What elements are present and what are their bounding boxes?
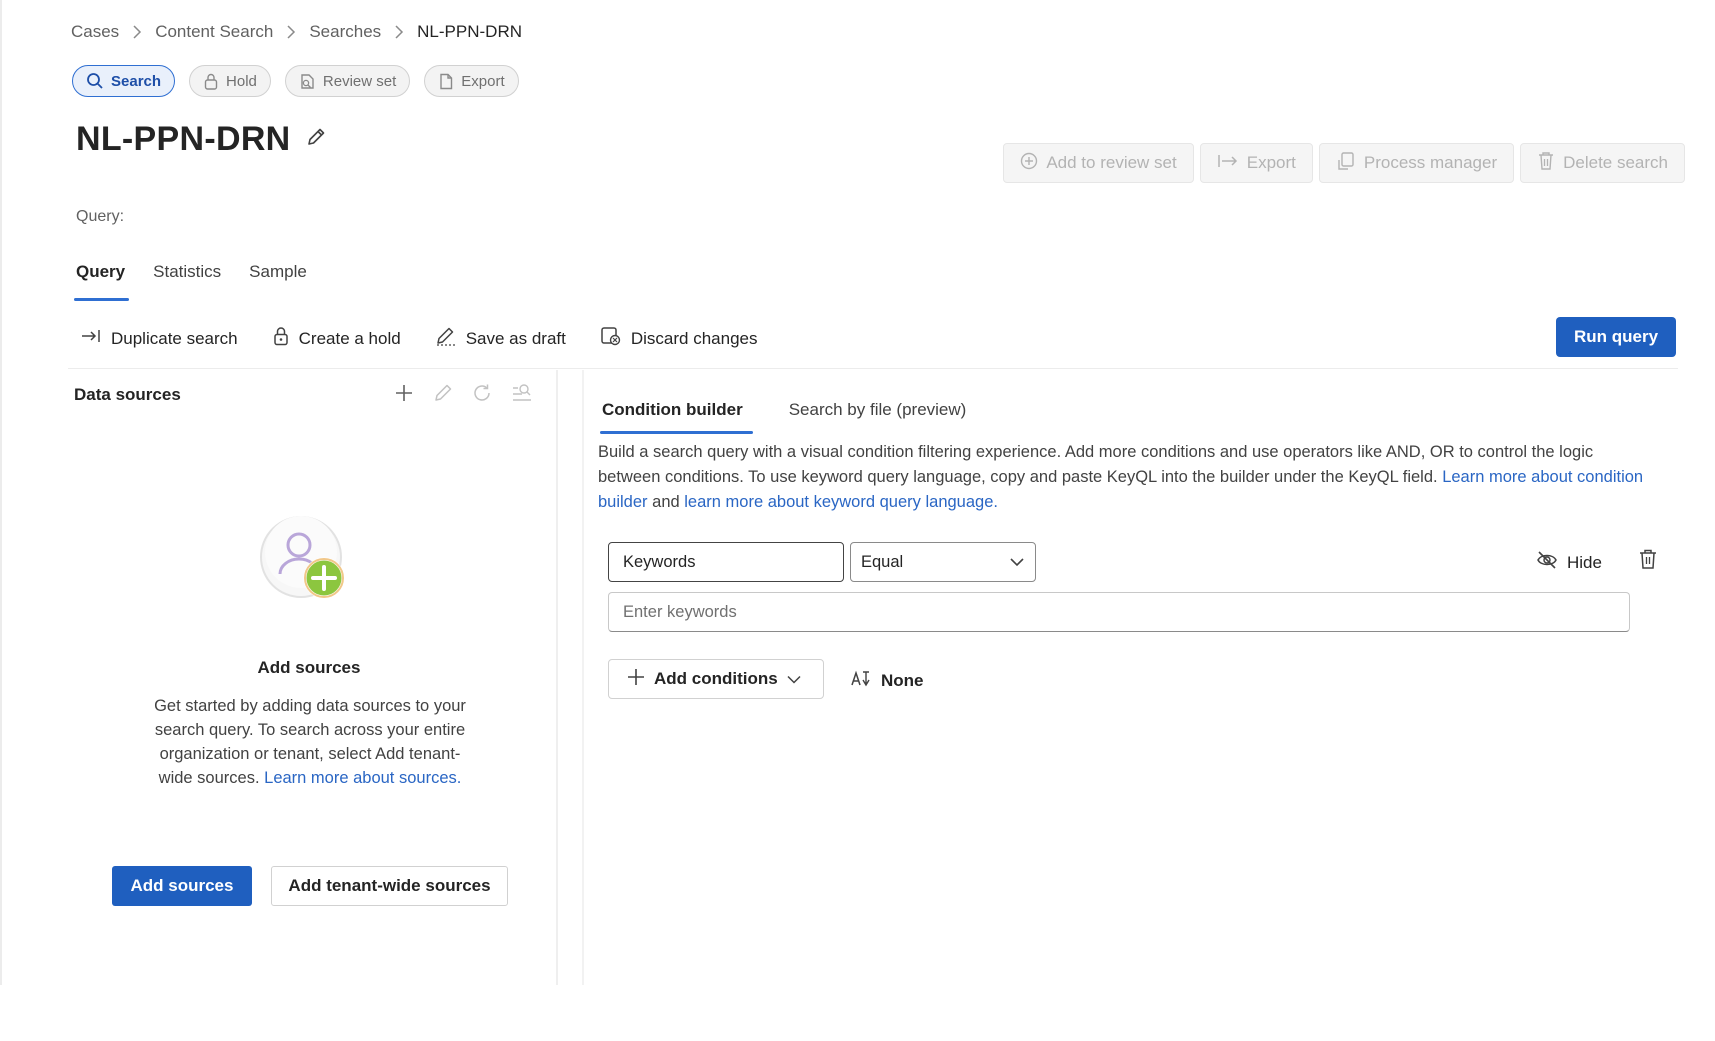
discard-changes-button[interactable]: Discard changes [600,326,758,351]
chevron-down-icon [787,669,801,689]
condition-builder-pane: Condition builder Search by file (previe… [582,370,1680,985]
workflow-pills: Search Hold Review set Export [72,65,519,97]
breadcrumb-content-search[interactable]: Content Search [155,22,273,42]
pill-hold[interactable]: Hold [189,65,271,97]
add-to-review-set-button[interactable]: Add to review set [1003,143,1194,183]
breadcrumb: Cases Content Search Searches NL-PPN-DRN [71,22,522,42]
divider [68,368,1678,369]
builder-description: Build a search query with a visual condi… [598,440,1658,515]
review-set-icon [299,73,316,90]
search-list-icon[interactable] [510,382,534,404]
breadcrumb-current: NL-PPN-DRN [417,22,522,41]
trash-icon [1537,151,1555,176]
add-circle-icon [1020,152,1038,175]
arrow-export-icon [1217,152,1239,175]
trash-icon[interactable] [1638,548,1658,570]
pill-search[interactable]: Search [72,65,176,97]
document-icon [438,73,454,90]
top-actions: Add to review set Export Process manager… [1003,143,1685,183]
add-sources-heading: Add sources [257,658,361,677]
run-query-button[interactable]: Run query [1556,317,1676,357]
button-label: Process manager [1363,153,1498,172]
edit-pencil-icon[interactable] [305,126,327,153]
delete-search-button[interactable]: Delete search [1520,143,1685,183]
tab-sample[interactable]: Sample [249,262,307,296]
chevron-down-icon [1009,553,1025,572]
command-bar: Duplicate search Create a hold Save as d… [80,326,758,351]
plus-icon [627,668,645,691]
learn-more-sources-link[interactable]: Learn more about sources. [264,769,461,787]
button-label: Save as draft [465,328,566,348]
button-label: Duplicate search [111,328,238,348]
chevron-right-icon [132,25,142,39]
tab-condition-builder[interactable]: Condition builder [600,400,753,434]
add-sources-description: Get started by adding data sources to yo… [150,694,470,790]
refresh-icon[interactable] [471,382,493,404]
discard-icon [600,326,622,351]
draft-pencil-icon [435,326,457,351]
condition-field-select[interactable]: Keywords [608,542,844,582]
button-label: Create a hold [298,328,401,348]
eye-off-icon [1536,550,1558,575]
duplicate-search-button[interactable]: Duplicate search [80,326,238,351]
chevron-right-icon [286,25,296,39]
add-tenant-wide-sources-button[interactable]: Add tenant-wide sources [271,866,508,906]
page-title: NL-PPN-DRN [76,120,291,158]
condition-operator-select[interactable]: Equal [850,542,1036,582]
add-conditions-button[interactable]: Add conditions [608,659,824,699]
add-sources-button[interactable]: Add sources [112,866,252,906]
arrow-duplicate-icon [80,327,102,350]
export-button[interactable]: Export [1199,143,1313,183]
field-value: Keywords [623,552,696,571]
tab-statistics[interactable]: Statistics [153,262,221,296]
create-hold-button[interactable]: Create a hold [272,326,401,351]
hide-button[interactable]: Hide [1536,550,1602,575]
tab-search-by-file[interactable]: Search by file (preview) [789,400,967,420]
text-transform-icon [850,668,872,693]
pill-label: Export [461,72,505,90]
pill-label: Search [111,72,162,90]
add-conditions-label: Add conditions [654,669,778,688]
tab-query[interactable]: Query [73,262,130,301]
process-manager-button[interactable]: Process manager [1318,143,1515,183]
search-icon [86,72,104,90]
button-label: Export [1246,153,1296,172]
title-row: NL-PPN-DRN [76,120,327,159]
breadcrumb-cases[interactable]: Cases [71,22,119,42]
button-label: Discard changes [630,328,758,348]
builder-desc-and: and [652,493,680,511]
hide-label: Hide [1567,552,1602,572]
keywords-input[interactable] [608,592,1630,632]
lock-icon [203,73,219,90]
pill-label: Review set [322,72,397,90]
pill-export[interactable]: Export [424,65,519,97]
data-sources-toolbar [393,382,534,404]
add-icon[interactable] [393,382,415,404]
builder-tabs: Condition builder Search by file (previe… [600,400,967,434]
edit-icon[interactable] [432,382,454,404]
learn-more-keyql-link[interactable]: learn more about keyword query language. [684,493,998,511]
breadcrumb-searches[interactable]: Searches [309,22,381,42]
lock-icon [272,326,290,351]
pill-review-set[interactable]: Review set [284,65,411,97]
pill-label: Hold [226,72,257,90]
add-sources-illustration-icon [256,512,356,612]
button-label: Add to review set [1046,153,1177,172]
data-sources-title: Data sources [74,385,181,404]
process-manager-icon [1336,151,1356,176]
query-label: Query: [76,208,125,225]
operator-none-button[interactable]: None [850,668,924,693]
data-sources-pane: Data sources Add sources Get started by … [60,370,558,985]
button-label: Delete search [1563,153,1668,172]
query-tabs: Query Statistics Sample [73,262,307,301]
chevron-right-icon [394,25,404,39]
none-label: None [881,670,924,690]
save-as-draft-button[interactable]: Save as draft [435,326,566,351]
operator-value: Equal [861,552,904,571]
